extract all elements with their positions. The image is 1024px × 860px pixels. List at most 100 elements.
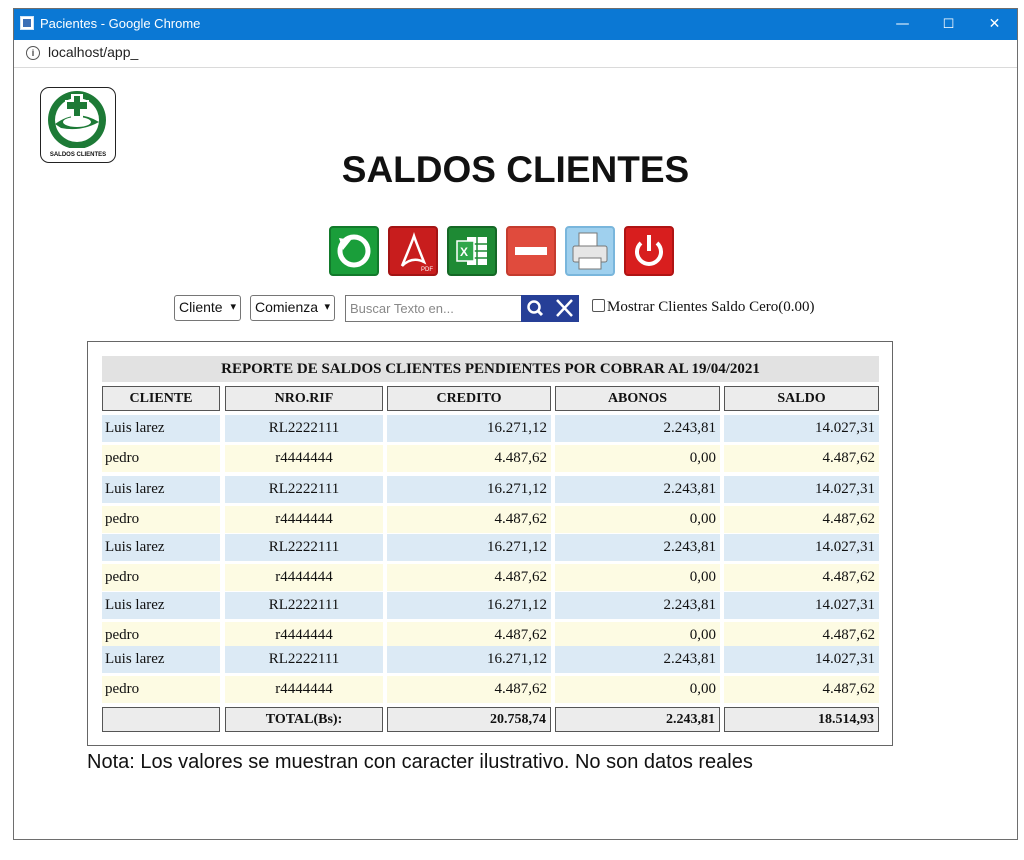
browser-window: Pacientes - Google Chrome — ☐ ✕ i localh…: [13, 8, 1018, 840]
table-row[interactable]: Luis larez RL2222111 16.271,12 2.243,81 14.0…: [102, 476, 879, 503]
table-row[interactable]: Luis larez RL2222111 16.271,12 2.243,81 14.0…: [102, 592, 879, 619]
mode-select-value: Comienza: [255, 299, 319, 315]
close-button[interactable]: ✕: [972, 9, 1017, 40]
pdf-button[interactable]: PDF: [388, 226, 438, 276]
clear-search-button[interactable]: [550, 295, 579, 322]
minimize-button[interactable]: —: [880, 9, 925, 40]
cell-credito: 16.271,12: [387, 415, 551, 442]
cell-abonos: 0,00: [555, 564, 720, 591]
table-row[interactable]: Luis larez RL2222111 16.271,12 2.243,81 14.0…: [102, 415, 879, 442]
field-select-value: Cliente: [179, 299, 223, 315]
table-row[interactable]: pedro r4444444 4.487,62 0,00 4.487,62: [102, 564, 879, 591]
cell-credito: 16.271,12: [387, 534, 551, 561]
cell-saldo: 14.027,31: [724, 646, 879, 673]
window-title: Pacientes - Google Chrome: [40, 16, 201, 31]
table-row[interactable]: pedro r4444444 4.487,62 0,00 4.487,62: [102, 622, 879, 649]
column-header-saldo[interactable]: SALDO: [724, 386, 879, 411]
search-input[interactable]: Buscar Texto en...: [345, 295, 522, 322]
cross-swirl-logo-icon: [48, 91, 106, 148]
zero-balance-checkbox[interactable]: [592, 299, 605, 312]
cell-credito: 16.271,12: [387, 476, 551, 503]
refresh-button[interactable]: [329, 226, 379, 276]
remove-button[interactable]: [506, 226, 556, 276]
power-icon: [635, 235, 663, 266]
cell-saldo: 4.487,62: [724, 445, 879, 472]
cell-cliente: Luis larez: [102, 476, 220, 503]
exit-button[interactable]: [624, 226, 674, 276]
cell-abonos: 2.243,81: [555, 534, 720, 561]
printer-icon: [572, 232, 608, 270]
cell-saldo: 4.487,62: [724, 564, 879, 591]
address-bar[interactable]: i localhost/app_: [14, 40, 1017, 68]
report-title: REPORTE DE SALDOS CLIENTES PENDIENTES PO…: [102, 356, 879, 382]
cell-cliente: pedro: [102, 564, 220, 591]
print-button[interactable]: [565, 226, 615, 276]
pdf-icon: PDF: [400, 232, 433, 273]
cell-abonos: 0,00: [555, 445, 720, 472]
chevron-down-icon: ▾: [230, 301, 236, 313]
column-header-rif[interactable]: NRO.RIF: [225, 386, 383, 411]
chevron-down-icon: ▾: [324, 301, 330, 313]
table-row[interactable]: Luis larez RL2222111 16.271,12 2.243,81 14.0…: [102, 646, 879, 673]
search-icon: [527, 300, 544, 317]
cell-rif: RL2222111: [225, 534, 383, 561]
cell-rif: RL2222111: [225, 592, 383, 619]
info-icon[interactable]: i: [26, 46, 40, 60]
cell-abonos: 2.243,81: [555, 415, 720, 442]
search-placeholder: Buscar Texto en...: [350, 301, 454, 316]
cell-saldo: 14.027,31: [724, 592, 879, 619]
page-title: SALDOS CLIENTES: [341, 149, 690, 190]
close-icon: [556, 299, 573, 317]
cell-abonos: 0,00: [555, 676, 720, 703]
field-select[interactable]: Cliente ▾: [174, 295, 241, 321]
column-header-credito[interactable]: CREDITO: [387, 386, 551, 411]
cell-credito: 4.487,62: [387, 506, 551, 533]
table-row[interactable]: pedro r4444444 4.487,62 0,00 4.487,62: [102, 506, 879, 533]
cell-saldo: 14.027,31: [724, 476, 879, 503]
cell-cliente: pedro: [102, 506, 220, 533]
cell-credito: 16.271,12: [387, 592, 551, 619]
cell-credito: 4.487,62: [387, 564, 551, 591]
url-text[interactable]: localhost/app_: [48, 44, 138, 60]
filter-bar: Cliente ▾ Comienza ▾ Buscar Texto en... …: [14, 295, 1017, 323]
cell-cliente: pedro: [102, 445, 220, 472]
report-panel: REPORTE DE SALDOS CLIENTES PENDIENTES PO…: [87, 341, 893, 746]
cell-abonos: 0,00: [555, 506, 720, 533]
cell-rif: r4444444: [225, 506, 383, 533]
cell-cliente: Luis larez: [102, 646, 220, 673]
table-row[interactable]: pedro r4444444 4.487,62 0,00 4.487,62: [102, 676, 879, 703]
excel-button[interactable]: X: [447, 226, 497, 276]
zero-balance-toggle[interactable]: Mostrar Clientes Saldo Cero(0.00): [592, 295, 814, 316]
svg-text:X: X: [460, 245, 468, 259]
column-header-cliente[interactable]: CLIENTE: [102, 386, 220, 411]
cell-credito: 4.487,62: [387, 445, 551, 472]
cell-saldo: 14.027,31: [724, 415, 879, 442]
app-icon: [20, 16, 34, 30]
cell-saldo: 14.027,31: [724, 534, 879, 561]
maximize-button[interactable]: ☐: [926, 9, 971, 40]
cell-rif: r4444444: [225, 564, 383, 591]
cell-cliente: Luis larez: [102, 415, 220, 442]
cell-abonos: 0,00: [555, 622, 720, 649]
table-row[interactable]: Luis larez RL2222111 16.271,12 2.243,81 14.0…: [102, 534, 879, 561]
total-empty-cell: [102, 707, 220, 732]
cell-cliente: Luis larez: [102, 534, 220, 561]
cell-rif: r4444444: [225, 445, 383, 472]
column-header-abonos[interactable]: ABONOS: [555, 386, 720, 411]
cell-abonos: 2.243,81: [555, 592, 720, 619]
title-bar: Pacientes - Google Chrome — ☐ ✕: [14, 9, 1017, 40]
cell-cliente: pedro: [102, 676, 220, 703]
search-button[interactable]: [521, 295, 550, 322]
refresh-icon: [337, 234, 371, 268]
table-row[interactable]: pedro r4444444 4.487,62 0,00 4.487,62: [102, 445, 879, 472]
cell-saldo: 4.487,62: [724, 622, 879, 649]
disclaimer-note: Nota: Los valores se muestran con caract…: [87, 751, 753, 773]
svg-text:PDF: PDF: [421, 267, 433, 273]
total-label: TOTAL(Bs):: [225, 707, 383, 732]
cell-abonos: 2.243,81: [555, 646, 720, 673]
cell-cliente: pedro: [102, 622, 220, 649]
cell-credito: 16.271,12: [387, 646, 551, 673]
mode-select[interactable]: Comienza ▾: [250, 295, 335, 321]
excel-icon: X: [456, 237, 487, 265]
cell-rif: r4444444: [225, 622, 383, 649]
